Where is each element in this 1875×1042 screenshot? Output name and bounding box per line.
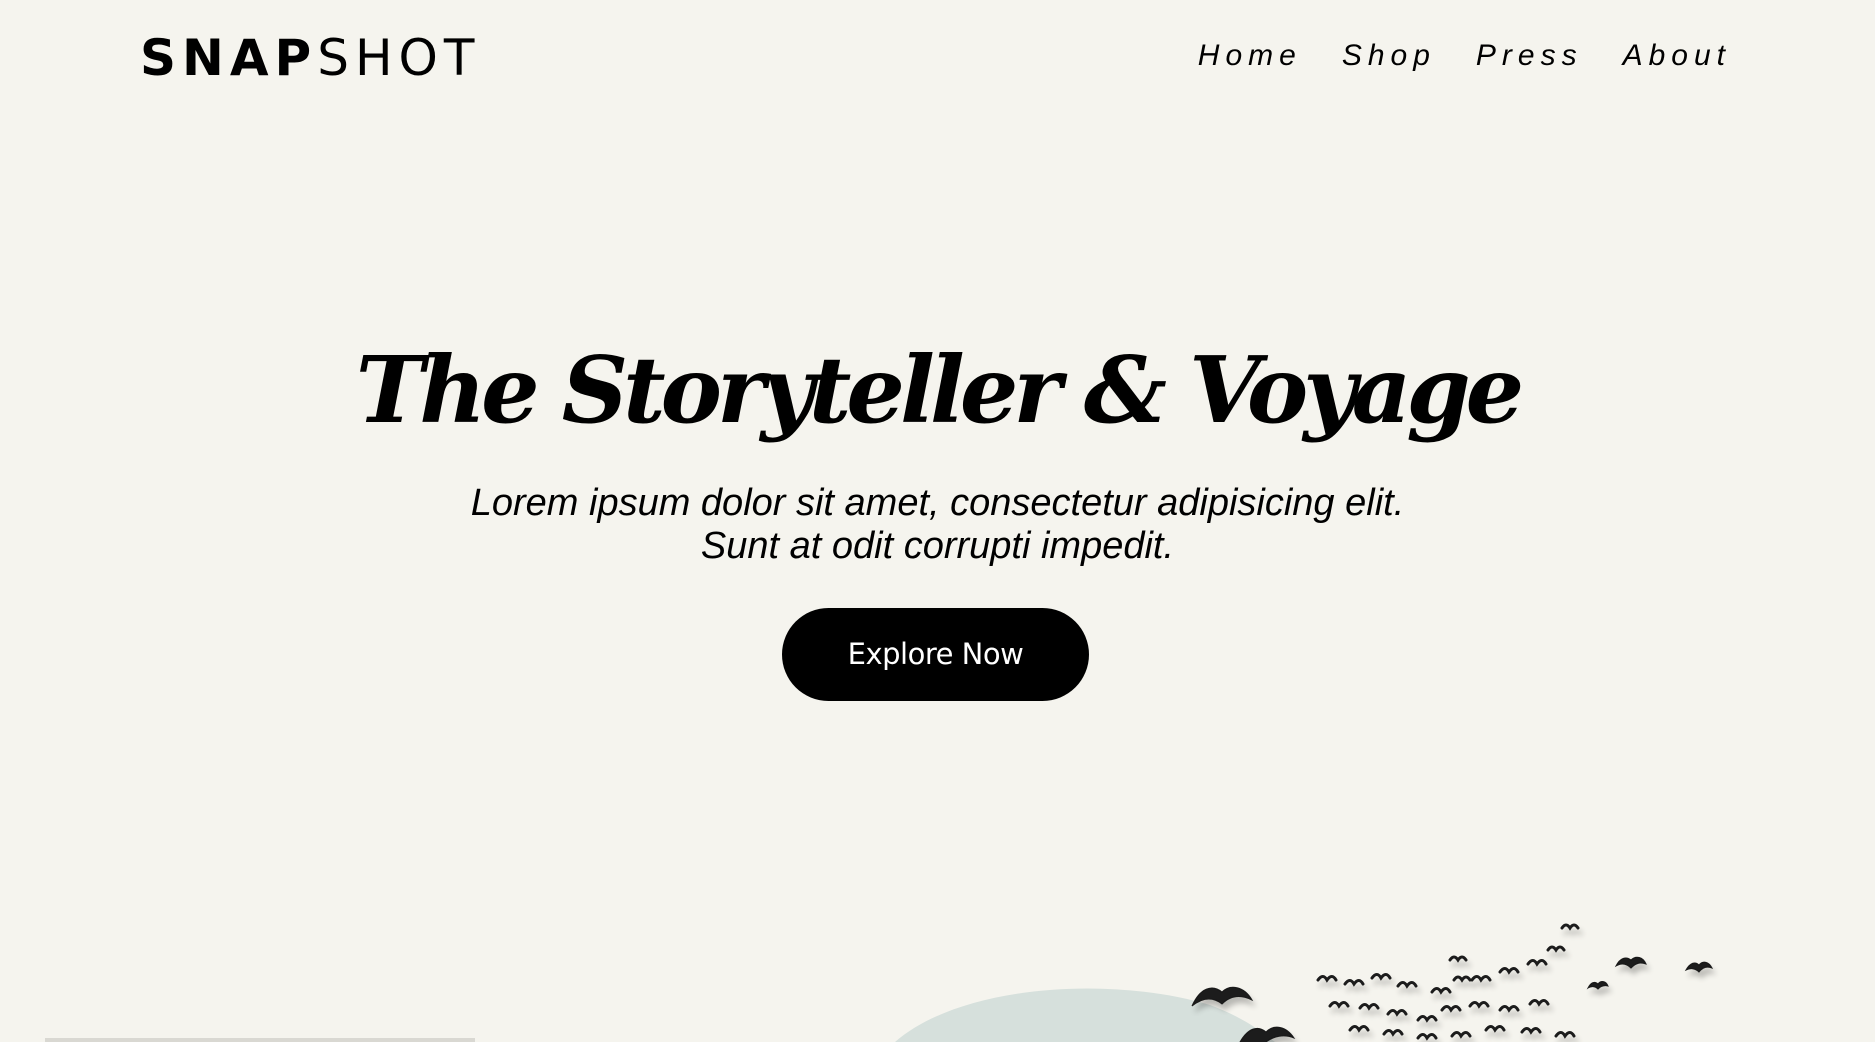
hero-subtitle-line-1: Lorem ipsum dolor sit amet, consectetur … <box>470 482 1405 524</box>
hero-subtitle-line-2: Sunt at odit corrupti impedit. <box>700 525 1175 567</box>
brand-logo-light: SHOT <box>317 29 481 87</box>
bird-flock-icon <box>1191 923 1714 1042</box>
nav-item-home[interactable]: Home <box>1198 36 1302 76</box>
nav-item-shop[interactable]: Shop <box>1342 36 1436 76</box>
explore-now-button[interactable]: Explore Now <box>782 608 1089 701</box>
landing-page: SNAPSHOT Home Shop Press About The Story… <box>0 0 1875 1042</box>
nav-item-about[interactable]: About <box>1623 36 1731 76</box>
footer-illustration <box>895 923 1714 1042</box>
hero-title: The Storyteller & Voyage <box>355 336 1524 444</box>
main-nav: Home Shop Press About <box>1198 36 1731 76</box>
brand-logo[interactable]: SNAPSHOT <box>140 30 480 86</box>
nav-item-press[interactable]: Press <box>1476 36 1583 76</box>
hero-subtitle: Lorem ipsum dolor sit amet, consectetur … <box>0 482 1875 568</box>
brand-logo-bold: SNAP <box>140 29 318 87</box>
bottom-divider <box>45 1038 475 1042</box>
